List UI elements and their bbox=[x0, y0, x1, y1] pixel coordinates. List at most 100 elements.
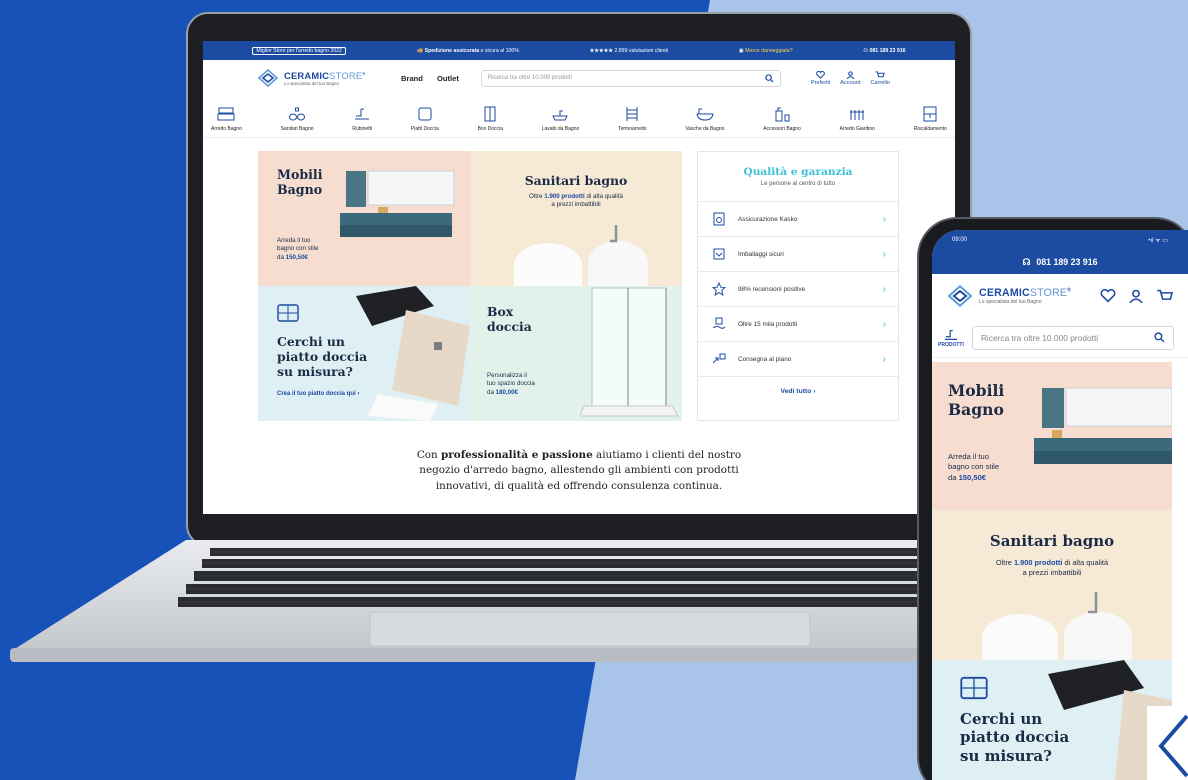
category-label: Termoarredo bbox=[618, 126, 647, 132]
products-menu-button[interactable]: PRODOTTI bbox=[938, 328, 964, 348]
text-prefix: da bbox=[277, 253, 284, 261]
delivery-icon bbox=[712, 353, 726, 364]
soap-dispenser-icon bbox=[775, 107, 790, 122]
phone-site-logo[interactable]: CERAMICSTORE® Lo specialista del tuo Bag… bbox=[946, 285, 1071, 307]
logo-name: CERAMICSTORE® bbox=[979, 287, 1071, 299]
nav-outlet[interactable]: Outlet bbox=[437, 74, 459, 83]
title-line: su misura? bbox=[960, 746, 1052, 765]
tile-box-doccia[interactable]: Box doccia Personalizza il tuo spazio do… bbox=[470, 286, 682, 421]
title-line: Bagno bbox=[948, 399, 1004, 419]
tile-mobili-bagno[interactable]: Mobili Bagno Arreda il tuo bagno con sti… bbox=[258, 151, 470, 286]
shipping-bold: Spedizione assicurata bbox=[424, 47, 480, 54]
phone-number: 081 189 23 916 bbox=[1036, 257, 1098, 267]
text-post: di alta qualità bbox=[586, 193, 623, 200]
user-icon[interactable] bbox=[1128, 289, 1144, 303]
text-line: Oltre 1.900 prodotti di alta qualità bbox=[470, 193, 682, 201]
package-icon: ▣ bbox=[738, 47, 744, 54]
text-post: di alta qualità bbox=[1064, 558, 1109, 567]
phone-search-placeholder: Ricerca tra oltre 10.000 prodotti bbox=[980, 332, 1099, 343]
tile-sanitari-bagno[interactable]: Sanitari bagno Oltre 1.900 prodotti di a… bbox=[470, 151, 682, 286]
tile-text: Personalizza il tuo spazio doccia da 180… bbox=[487, 372, 535, 397]
about-line-3: innovativi, di qualità ed offrendo consu… bbox=[435, 479, 723, 492]
title-line: Bagno bbox=[277, 182, 323, 198]
category-label: Vasche da Bagno bbox=[685, 126, 725, 132]
chevron-right-icon: › bbox=[882, 283, 886, 295]
category-piatti-doccia[interactable]: Piatti Doccia bbox=[411, 106, 439, 137]
phone-tile-mobili[interactable]: Mobili Bagno Arreda il tuo bagno con sti… bbox=[932, 362, 1172, 510]
cart-button[interactable]: Carrello bbox=[870, 70, 890, 86]
phone-header-actions bbox=[1100, 289, 1174, 303]
category-arredo-giardino[interactable]: Arredo Giardino bbox=[840, 106, 875, 137]
search-icon[interactable] bbox=[1154, 332, 1165, 343]
tile-piatto-doccia[interactable]: Cerchi un piatto doccia su misura? Crea … bbox=[258, 286, 470, 421]
search-icon[interactable] bbox=[765, 73, 774, 83]
chevron-right-icon: › bbox=[882, 318, 886, 330]
category-label: Accessori Bagno bbox=[763, 126, 801, 132]
category-box-doccia[interactable]: Box Doccia bbox=[478, 106, 503, 137]
phone-contact-bar[interactable]: ☊ 081 189 23 916 bbox=[932, 250, 1188, 274]
text-line: bagno con stile bbox=[277, 245, 319, 253]
quality-item-reviews[interactable]: 98% recensioni positive › bbox=[698, 271, 898, 306]
category-lavabi[interactable]: Lavabi da Bagno bbox=[542, 106, 579, 137]
reviews-info[interactable]: ★★★★★ 2.899 valutazioni clienti bbox=[590, 48, 668, 54]
search-placeholder: Ricerca tra oltre 10.000 prodotti bbox=[487, 75, 572, 81]
corner-logo-card bbox=[1147, 706, 1188, 780]
title-line: piatto doccia bbox=[277, 349, 368, 365]
topbar-phone[interactable]: ☊ 081 189 23 916 bbox=[863, 48, 905, 54]
cart-icon[interactable] bbox=[1156, 289, 1174, 303]
category-accessori[interactable]: Accessori Bagno bbox=[763, 106, 801, 137]
damaged-goods-link[interactable]: ▣ Merce danneggiata? bbox=[739, 48, 793, 54]
text-line: Arreda il tuo bbox=[277, 237, 311, 244]
text-price-line: da 180,00€ bbox=[487, 389, 535, 397]
see-all-link[interactable]: Vedi tutto › bbox=[698, 376, 898, 395]
toilet-product-image bbox=[514, 225, 648, 286]
about-bold: professionalità e passione bbox=[441, 449, 593, 461]
stars-icon: ★★★★★ bbox=[589, 47, 614, 54]
category-termoarredo[interactable]: Termoarredo bbox=[618, 106, 646, 137]
shower-tray-icon bbox=[418, 107, 432, 121]
phone-tile-sanitari[interactable]: Sanitari bagno Oltre 1.900 prodotti di a… bbox=[932, 510, 1172, 660]
category-vasche[interactable]: Vasche da Bagno bbox=[685, 106, 724, 137]
nav-brand[interactable]: Brand bbox=[401, 74, 423, 83]
quality-item-delivery[interactable]: Consegna al piano › bbox=[698, 341, 898, 376]
heart-icon[interactable] bbox=[1100, 289, 1116, 303]
category-rubinetti[interactable]: Rubinetti bbox=[352, 106, 372, 137]
text-pre: Oltre bbox=[529, 193, 543, 200]
logo-tagline: Lo specialista del tuo Bagno bbox=[284, 81, 339, 86]
quality-item-kasko[interactable]: Assicurazione Kasko › bbox=[698, 201, 898, 236]
phone-header: CERAMICSTORE® Lo specialista del tuo Bag… bbox=[932, 274, 1188, 318]
logo-diamond-icon bbox=[1158, 714, 1188, 778]
logo-registered: ® bbox=[362, 70, 366, 76]
phone-search-input[interactable]: Ricerca tra oltre 10.000 prodotti bbox=[971, 325, 1174, 350]
title-line: su misura? bbox=[277, 364, 353, 380]
status-time: 09:00 bbox=[952, 237, 968, 243]
title-line: Mobili bbox=[948, 381, 1005, 400]
search-input[interactable]: Ricerca tra oltre 10.000 prodotti bbox=[480, 69, 781, 87]
text-pre: Oltre bbox=[995, 558, 1012, 567]
site-logo[interactable]: CERAMICSTORE® Lo specialista del tuo Bag… bbox=[257, 69, 387, 87]
title-line: piatto doccia bbox=[960, 728, 1070, 747]
category-arredo-bagno[interactable]: Arredo Bagno bbox=[211, 106, 242, 137]
text-line: tuo spazio doccia bbox=[487, 380, 535, 388]
title-line: Cerchi un bbox=[960, 710, 1043, 728]
washing-machine-icon bbox=[713, 212, 725, 226]
star-icon bbox=[712, 282, 726, 296]
category-sanitari-bagno[interactable]: Sanitari Bagno bbox=[281, 106, 314, 137]
account-button[interactable]: Account bbox=[840, 70, 860, 86]
quality-item-label: Consegna al piano bbox=[738, 355, 792, 363]
quality-item-packaging[interactable]: Imballaggi sicuri › bbox=[698, 236, 898, 271]
logo-main: CERAMIC bbox=[979, 287, 1030, 299]
phone-tile-piatto[interactable]: Cerchi un piatto doccia su misura? bbox=[932, 660, 1172, 780]
favorites-button[interactable]: Preferiti bbox=[811, 70, 830, 86]
category-riscaldamento[interactable]: Riscaldamento bbox=[914, 106, 947, 137]
logo-diamond-icon bbox=[947, 285, 973, 307]
title-line: doccia bbox=[487, 319, 532, 335]
logo-thin: STORE bbox=[1029, 287, 1068, 299]
price: 150,50€ bbox=[958, 472, 987, 482]
create-tray-link[interactable]: Crea il tuo piatto doccia qui › bbox=[277, 390, 359, 398]
chevron-right-icon: › bbox=[882, 213, 886, 225]
category-label: Arredo Giardino bbox=[839, 126, 875, 132]
damaged-label: Merce danneggiata? bbox=[745, 47, 793, 54]
quality-item-products[interactable]: Oltre 15 mila prodotti › bbox=[698, 306, 898, 341]
title-line: Cerchi un bbox=[277, 334, 345, 349]
